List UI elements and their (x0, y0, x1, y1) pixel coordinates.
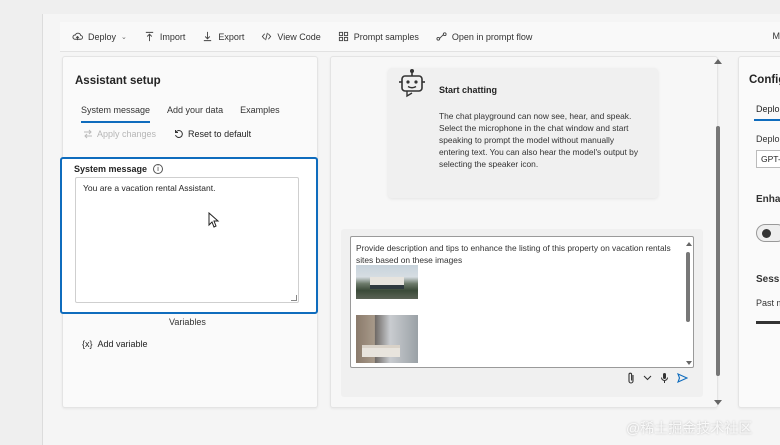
flow-icon (436, 32, 447, 41)
export-icon (204, 31, 212, 42)
chat-scrollbar[interactable] (711, 56, 725, 408)
tab-examples[interactable]: Examples (240, 105, 280, 123)
system-message-text: You are a vacation rental Assistant. (83, 183, 216, 193)
past-messages-label: Past m (756, 298, 780, 308)
add-variable-button[interactable]: {x} Add variable (82, 339, 148, 349)
send-icon[interactable] (677, 373, 688, 383)
assistant-setup-tabs: System message Add your data Examples (81, 105, 280, 123)
chat-input-scrollbar[interactable] (686, 242, 692, 365)
toggle-knob (762, 229, 771, 238)
import-label: Import (159, 31, 186, 42)
deploy-label: Deploy (88, 31, 117, 42)
grid-icon (338, 31, 348, 42)
apply-changes-button[interactable]: Apply changes (83, 129, 156, 139)
tab-system-message[interactable]: System message (81, 105, 151, 123)
house-shape (370, 277, 404, 289)
attached-image-bedroom[interactable] (356, 315, 418, 363)
import-button[interactable]: Import (144, 31, 186, 42)
setup-actions: Apply changes Reset to default (83, 129, 251, 139)
assistant-setup-title: Assistant setup (75, 75, 161, 87)
open-prompt-flow-label: Open in prompt flow (451, 31, 533, 42)
scroll-down-arrow-icon[interactable] (714, 400, 722, 405)
scrollbar-thumb[interactable] (686, 252, 690, 322)
scrollbar-thumb[interactable] (716, 126, 720, 376)
system-message-textarea[interactable]: You are a vacation rental Assistant. (75, 177, 299, 303)
export-button[interactable]: Export (202, 31, 244, 42)
chat-input-text: Provide description and tips to enhance … (356, 243, 671, 265)
bed-shape (362, 345, 400, 357)
system-message-label: System message (74, 164, 148, 174)
enhancements-toggle[interactable] (756, 224, 780, 242)
system-message-heading: System message i (74, 164, 164, 174)
tab-deployment[interactable]: Deplo (756, 104, 780, 114)
open-prompt-flow-button[interactable]: Open in prompt flow (436, 31, 533, 42)
toolbar-overflow-text: M (772, 31, 780, 41)
variable-icon: {x} (82, 339, 93, 349)
add-variable-label: Add variable (97, 339, 148, 349)
chevron-down-icon: ⌄ (121, 33, 127, 41)
bot-icon (399, 69, 425, 98)
view-code-button[interactable]: View Code (261, 31, 321, 42)
deployment-label: Deplo (756, 134, 780, 144)
swap-icon (84, 129, 92, 139)
start-chatting-card: Start chatting The chat playground can n… (388, 68, 658, 198)
attached-image-exterior[interactable] (356, 265, 418, 299)
attach-icon[interactable] (627, 372, 635, 384)
deploy-button[interactable]: Deploy ⌄ (72, 31, 127, 42)
code-icon (262, 32, 272, 41)
session-settings-label: Sessio (756, 274, 780, 285)
system-message-section: System message i You are a vacation rent… (60, 157, 318, 314)
prompt-samples-button[interactable]: Prompt samples (338, 31, 419, 42)
configuration-title: Configu (749, 74, 780, 86)
watermark-text: @稀土掘金技术社区 (626, 420, 753, 436)
start-chatting-description: The chat playground can now see, hear, a… (439, 111, 639, 169)
reset-to-default-label: Reset to default (188, 129, 252, 139)
toolbar: Deploy ⌄ Import Export View Code Prompt … (60, 22, 780, 52)
reset-to-default-button[interactable]: Reset to default (174, 129, 251, 139)
resize-handle[interactable] (291, 295, 297, 301)
start-chatting-title: Start chatting (439, 85, 498, 95)
chat-input-actions (627, 372, 688, 384)
past-messages-slider[interactable] (756, 321, 780, 324)
chevron-down-icon[interactable] (643, 375, 652, 381)
variables-label: Variables (169, 317, 206, 327)
mouse-cursor-icon (208, 212, 220, 228)
deployment-select[interactable]: GPT- (756, 150, 780, 168)
apply-changes-label: Apply changes (97, 129, 157, 139)
enhancements-label: Enha (756, 194, 780, 205)
import-icon (145, 31, 154, 42)
export-label: Export (218, 31, 245, 42)
scroll-down-arrow-icon[interactable] (686, 361, 692, 365)
info-icon[interactable]: i (153, 164, 164, 174)
chat-input[interactable]: Provide description and tips to enhance … (350, 236, 694, 368)
scroll-up-arrow-icon[interactable] (686, 242, 692, 246)
cloud-upload-icon (72, 32, 83, 41)
tab-active-indicator (754, 119, 780, 121)
view-code-label: View Code (277, 31, 321, 42)
prompt-samples-label: Prompt samples (353, 31, 419, 42)
microphone-icon[interactable] (660, 372, 669, 384)
reset-icon (175, 130, 183, 139)
scroll-up-arrow-icon[interactable] (714, 59, 722, 64)
tab-add-your-data[interactable]: Add your data (167, 105, 223, 123)
